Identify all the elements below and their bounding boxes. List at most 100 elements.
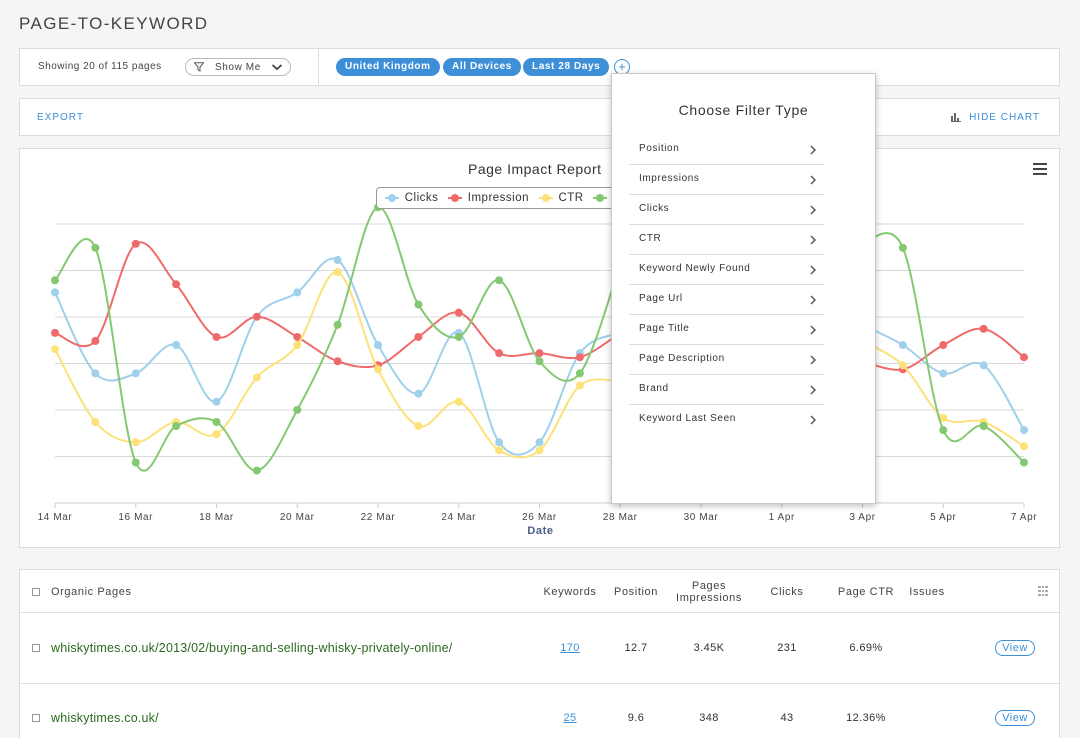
filter-pill-region[interactable]: United Kingdom bbox=[336, 58, 440, 76]
filter-option-label: Page Description bbox=[639, 353, 725, 364]
data-point bbox=[575, 369, 584, 378]
row-checkbox[interactable] bbox=[32, 644, 40, 652]
data-point bbox=[454, 397, 463, 406]
header-keywords[interactable]: Keywords bbox=[540, 586, 600, 598]
keywords-count[interactable]: 25 bbox=[540, 712, 600, 724]
impressions-value: 3.45K bbox=[693, 642, 725, 654]
x-tick-label: 3 Apr bbox=[849, 512, 875, 523]
data-point bbox=[1020, 353, 1028, 362]
data-point bbox=[1020, 442, 1028, 451]
header-impressions[interactable]: Impressions bbox=[670, 592, 748, 604]
data-point bbox=[51, 345, 59, 354]
data-point bbox=[91, 369, 100, 378]
filter-bar: Showing 20 of 115 pages Show Me United K… bbox=[19, 48, 1060, 86]
legend-marker-ctr bbox=[538, 193, 553, 202]
filter-option-page-description[interactable]: Page Description bbox=[629, 345, 824, 375]
filter-option-ctr[interactable]: CTR bbox=[629, 225, 824, 255]
data-point bbox=[293, 405, 302, 414]
export-link[interactable]: EXPORT bbox=[37, 112, 84, 123]
data-point bbox=[131, 438, 140, 447]
filter-option-page-url[interactable]: Page Url bbox=[629, 285, 824, 315]
chevron-right-icon bbox=[810, 205, 816, 215]
data-point bbox=[252, 312, 261, 321]
x-tick-label: 24 Mar bbox=[441, 512, 476, 523]
data-point bbox=[172, 341, 181, 350]
data-point bbox=[535, 446, 544, 455]
ctr-value: 12.36% bbox=[846, 712, 886, 724]
view-button[interactable]: View bbox=[995, 710, 1035, 726]
chevron-right-icon bbox=[810, 385, 816, 395]
chevron-right-icon bbox=[810, 295, 816, 305]
select-all-checkbox[interactable] bbox=[32, 588, 40, 596]
page-url-link[interactable]: whiskytimes.co.uk/ bbox=[51, 711, 159, 725]
data-point bbox=[939, 341, 948, 350]
show-me-dropdown[interactable]: Show Me bbox=[185, 58, 291, 76]
data-point bbox=[1020, 458, 1028, 467]
chevron-right-icon bbox=[810, 235, 816, 245]
keywords-link[interactable]: 25 bbox=[563, 712, 576, 724]
chevron-right-icon bbox=[810, 175, 816, 185]
data-point bbox=[51, 288, 59, 297]
data-point bbox=[535, 357, 544, 366]
data-point bbox=[333, 256, 342, 264]
keywords-link[interactable]: 170 bbox=[560, 642, 580, 654]
data-point bbox=[131, 458, 140, 467]
legend-label-clicks: Clicks bbox=[404, 192, 439, 204]
filter-option-brand[interactable]: Brand bbox=[629, 375, 824, 405]
clicks-value: 43 bbox=[780, 712, 794, 724]
keywords-count[interactable]: 170 bbox=[540, 642, 600, 654]
chevron-right-icon bbox=[810, 325, 816, 335]
header-issues[interactable]: Issues bbox=[904, 586, 950, 598]
data-point bbox=[91, 243, 100, 252]
view-button[interactable]: View bbox=[995, 640, 1035, 656]
columns-icon[interactable] bbox=[1038, 586, 1048, 596]
impressions-value: 348 bbox=[699, 712, 719, 724]
data-point bbox=[495, 446, 504, 455]
filter-option-keyword-newly-found[interactable]: Keyword Newly Found bbox=[629, 255, 824, 285]
legend-item-ctr[interactable]: CTR bbox=[538, 188, 584, 208]
data-point bbox=[333, 320, 342, 329]
data-point bbox=[414, 300, 423, 309]
chevron-right-icon bbox=[810, 145, 816, 155]
filter-option-label: CTR bbox=[639, 233, 662, 244]
header-position[interactable]: Position bbox=[610, 586, 662, 598]
chevron-down-icon bbox=[271, 64, 283, 71]
header-pages[interactable]: Pages bbox=[670, 580, 748, 592]
x-tick-label: 26 Mar bbox=[522, 512, 557, 523]
filter-pill-date-range[interactable]: Last 28 Days bbox=[523, 58, 610, 76]
legend-item-impression[interactable]: Impression bbox=[448, 188, 529, 208]
data-point bbox=[898, 361, 907, 370]
filter-option-page-title[interactable]: Page Title bbox=[629, 315, 824, 345]
row-checkbox[interactable] bbox=[32, 714, 40, 722]
data-point bbox=[414, 389, 423, 398]
filter-pill-device[interactable]: All Devices bbox=[443, 58, 521, 76]
legend-item-clicks[interactable]: Clicks bbox=[385, 188, 438, 208]
menu-icon[interactable] bbox=[1033, 163, 1047, 175]
x-tick-label: 7 Apr bbox=[1011, 512, 1037, 523]
filter-option-keyword-last-seen[interactable]: Keyword Last Seen bbox=[629, 405, 824, 435]
hide-chart-button[interactable]: HIDE CHART bbox=[951, 112, 1040, 123]
filter-option-impressions[interactable]: Impressions bbox=[629, 165, 824, 195]
data-point bbox=[454, 332, 463, 341]
filter-option-position[interactable]: Position bbox=[629, 135, 824, 165]
data-point bbox=[414, 422, 423, 431]
x-tick-label: 5 Apr bbox=[930, 512, 956, 523]
legend-marker-clicks bbox=[385, 193, 399, 202]
filter-option-clicks[interactable]: Clicks bbox=[629, 195, 824, 225]
filter-type-dropdown: Choose Filter Type Position Impressions … bbox=[611, 73, 876, 504]
clicks-value: 231 bbox=[777, 642, 797, 654]
data-point bbox=[131, 369, 140, 378]
header-page-ctr[interactable]: Page CTR bbox=[835, 586, 897, 598]
data-point bbox=[91, 418, 100, 426]
x-tick-label: 20 Mar bbox=[280, 512, 315, 523]
data-point bbox=[939, 426, 948, 435]
data-point bbox=[131, 239, 140, 248]
header-organic-pages[interactable]: Organic Pages bbox=[51, 586, 132, 598]
header-clicks[interactable]: Clicks bbox=[762, 586, 812, 598]
page-url-link[interactable]: whiskytimes.co.uk/2013/02/buying-and-sel… bbox=[51, 641, 452, 655]
header-divider bbox=[20, 612, 1059, 613]
data-point bbox=[495, 349, 504, 358]
data-point bbox=[212, 332, 221, 341]
dropdown-title: Choose Filter Type bbox=[678, 102, 809, 118]
series-line-3 bbox=[54, 206, 622, 472]
